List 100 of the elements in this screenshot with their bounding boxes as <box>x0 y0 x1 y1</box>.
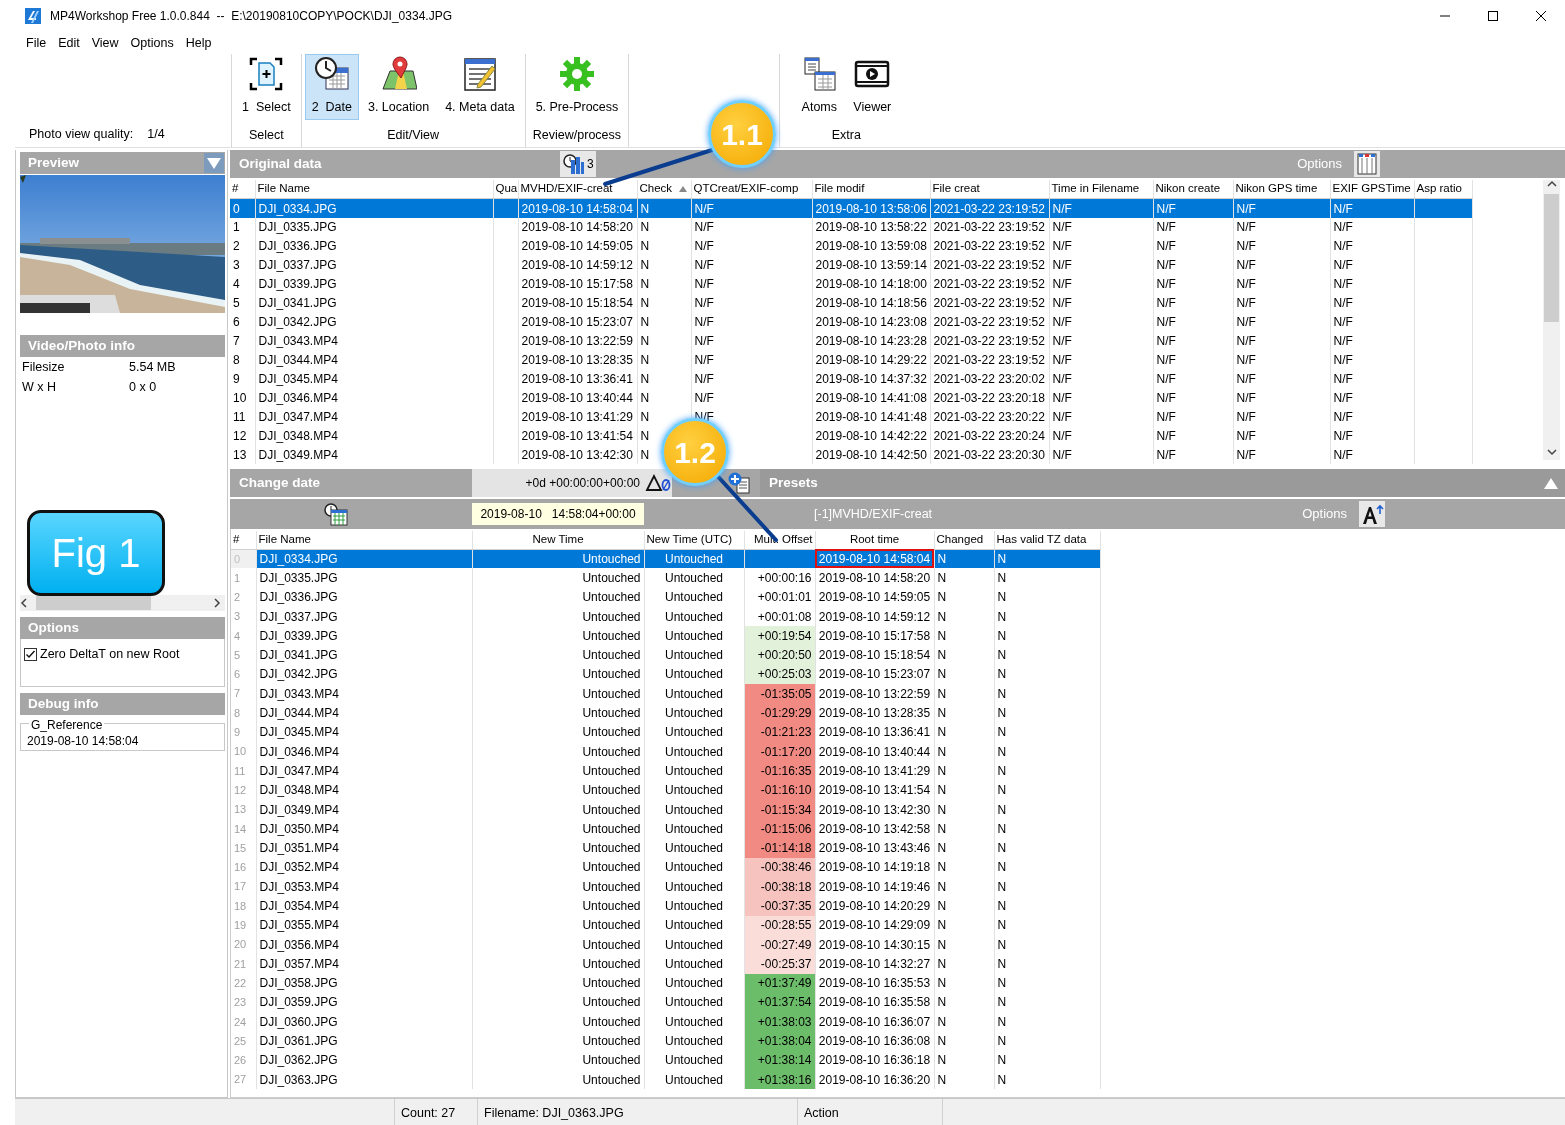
table-cell: 2019-08-10 14:29:09 <box>815 915 934 935</box>
table-cell: N/F <box>1233 369 1330 389</box>
table-cell: 2019-08-10 13:40:44 <box>815 741 934 762</box>
table-cell: N <box>994 934 1100 955</box>
column-header[interactable]: File modif <box>812 180 930 199</box>
table-cell: N/F <box>1049 407 1153 427</box>
table-cell: Untouched <box>644 838 744 858</box>
column-header[interactable]: Has valid TZ data <box>994 531 1100 549</box>
collapse-icon[interactable] <box>1543 476 1559 490</box>
column-header[interactable]: Time in Filename <box>1049 180 1153 199</box>
table-cell: 2019-08-10 14:30:15 <box>815 934 934 955</box>
column-header[interactable]: Qua <box>493 180 518 199</box>
table-cell: N/F <box>691 236 812 256</box>
table-cell: 22 <box>231 973 256 993</box>
checkbox[interactable] <box>24 647 37 661</box>
table-cell: 2019-08-10 14:19:18 <box>815 857 934 878</box>
table-cell: Untouched <box>644 857 744 878</box>
column-header[interactable]: Root time <box>815 531 934 549</box>
table-cell: Untouched <box>472 606 644 627</box>
table-cell: Untouched <box>644 954 744 974</box>
table-cell: N <box>934 819 994 839</box>
table-cell: 10 <box>231 741 256 762</box>
table-cell: DJI_0346.MP4 <box>255 388 493 408</box>
table-cell: N <box>934 722 994 742</box>
vertical-scrollbar[interactable] <box>1543 180 1560 460</box>
table-cell: 2019-08-10 13:22:59 <box>518 331 637 351</box>
column-header[interactable]: File creat <box>930 180 1049 199</box>
column-header[interactable]: New Time (UTC) <box>644 531 744 549</box>
table-cell: N/F <box>1330 217 1414 237</box>
toolbar-button[interactable]: 3. Location <box>360 54 437 120</box>
toolbar-button[interactable]: 2 Date <box>304 54 359 120</box>
table-cell: DJI_0349.MP4 <box>255 445 493 464</box>
table-cell: Untouched <box>644 877 744 897</box>
horizontal-scrollbar[interactable] <box>20 595 225 611</box>
column-header[interactable]: Check <box>637 180 691 199</box>
table-cell: 12 <box>231 780 256 800</box>
table-cell: N/F <box>1330 274 1414 294</box>
options-button[interactable] <box>1354 151 1380 177</box>
table-cell: 1 <box>230 217 255 237</box>
column-header[interactable]: Nikon create <box>1153 180 1233 199</box>
menu-item[interactable]: File <box>20 33 53 53</box>
column-header[interactable]: Nikon GPS time <box>1233 180 1330 199</box>
toolbar-button[interactable]: 4. Meta data <box>438 54 522 120</box>
column-header[interactable]: File Name <box>255 180 493 199</box>
table-cell: N/F <box>1330 407 1414 427</box>
column-header[interactable]: File Name <box>256 531 472 549</box>
table-cell: 2019-08-10 13:42:30 <box>518 445 637 464</box>
table-cell: 23 <box>231 992 256 1013</box>
table-cell: Untouched <box>644 1031 744 1051</box>
table-cell: DJI_0347.MP4 <box>255 407 493 427</box>
font-button[interactable] <box>1359 501 1385 527</box>
column-header[interactable]: New Time <box>472 531 644 549</box>
table-cell: -01:35:05 <box>744 684 815 704</box>
table-cell: 2019-08-10 13:36:41 <box>815 722 934 742</box>
table-cell: DJI_0342.JPG <box>255 312 493 332</box>
menu-item[interactable]: Edit <box>52 33 86 53</box>
table-cell: 2 <box>231 587 256 607</box>
table-cell: 10 <box>230 388 255 408</box>
dropdown-icon[interactable] <box>204 153 224 173</box>
delta-button[interactable] <box>644 469 672 497</box>
column-header[interactable]: # <box>231 531 256 549</box>
column-header[interactable]: Changed <box>934 531 994 549</box>
toolbar-button[interactable]: Atoms <box>794 54 845 120</box>
table-cell: N/F <box>1049 445 1153 464</box>
table-cell: Untouched <box>472 973 644 993</box>
offset-field[interactable]: +0d +00:00:00+00:00 <box>472 469 644 497</box>
group-label: Select <box>248 127 284 145</box>
table-cell: N/F <box>1049 350 1153 370</box>
date-field[interactable]: 2019-08-10 14:58:04+00:00 <box>472 503 644 525</box>
table-cell: Untouched <box>644 915 744 935</box>
scroll-right-icon[interactable] <box>213 598 221 608</box>
table-cell: DJI_0347.MP4 <box>256 761 472 781</box>
toolbar-button[interactable]: Viewer <box>846 54 899 120</box>
scroll-down-icon[interactable] <box>1546 448 1557 456</box>
column-header[interactable]: # <box>230 180 255 199</box>
column-header[interactable]: EXIF GPSTime <box>1330 180 1414 199</box>
debug-value: 2019-08-10 14:58:04 <box>27 733 139 750</box>
table-cell: Untouched <box>472 684 644 704</box>
table-cell: -01:14:18 <box>744 838 815 858</box>
gear-icon <box>558 56 595 93</box>
clock-calendar-icon[interactable] <box>323 502 348 526</box>
toolbar-button[interactable]: 1 Select <box>235 54 298 120</box>
table-cell: 2019-08-10 14:23:28 <box>812 331 930 351</box>
add-preset-icon[interactable] <box>728 472 750 494</box>
menu-item[interactable]: View <box>85 33 125 53</box>
document-plus-icon <box>248 56 285 93</box>
column-header[interactable]: QTCreat/EXIF-comp <box>691 180 812 199</box>
column-header[interactable]: MVHD/EXIF-creat <box>518 180 637 199</box>
table-cell: N <box>934 973 994 993</box>
menu-item[interactable]: Help <box>179 33 218 53</box>
scroll-up-icon[interactable] <box>1546 180 1557 188</box>
table-cell: DJI_0363.JPG <box>256 1070 472 1090</box>
column-header[interactable]: Asp ratio <box>1414 180 1472 199</box>
toolbar-button[interactable]: 5. Pre-Process <box>528 54 626 120</box>
columns-button[interactable]: 3 <box>560 151 596 177</box>
scroll-left-icon[interactable] <box>20 598 28 608</box>
menu-item[interactable]: Options <box>124 33 180 53</box>
table-cell: N/F <box>1233 331 1330 351</box>
table-cell: 9 <box>230 369 255 389</box>
window-title: MP4Workshop Free 1.0.0.844 -- E:\20190810COPY\POCK\DJI_0334.JPG <box>50 8 452 25</box>
